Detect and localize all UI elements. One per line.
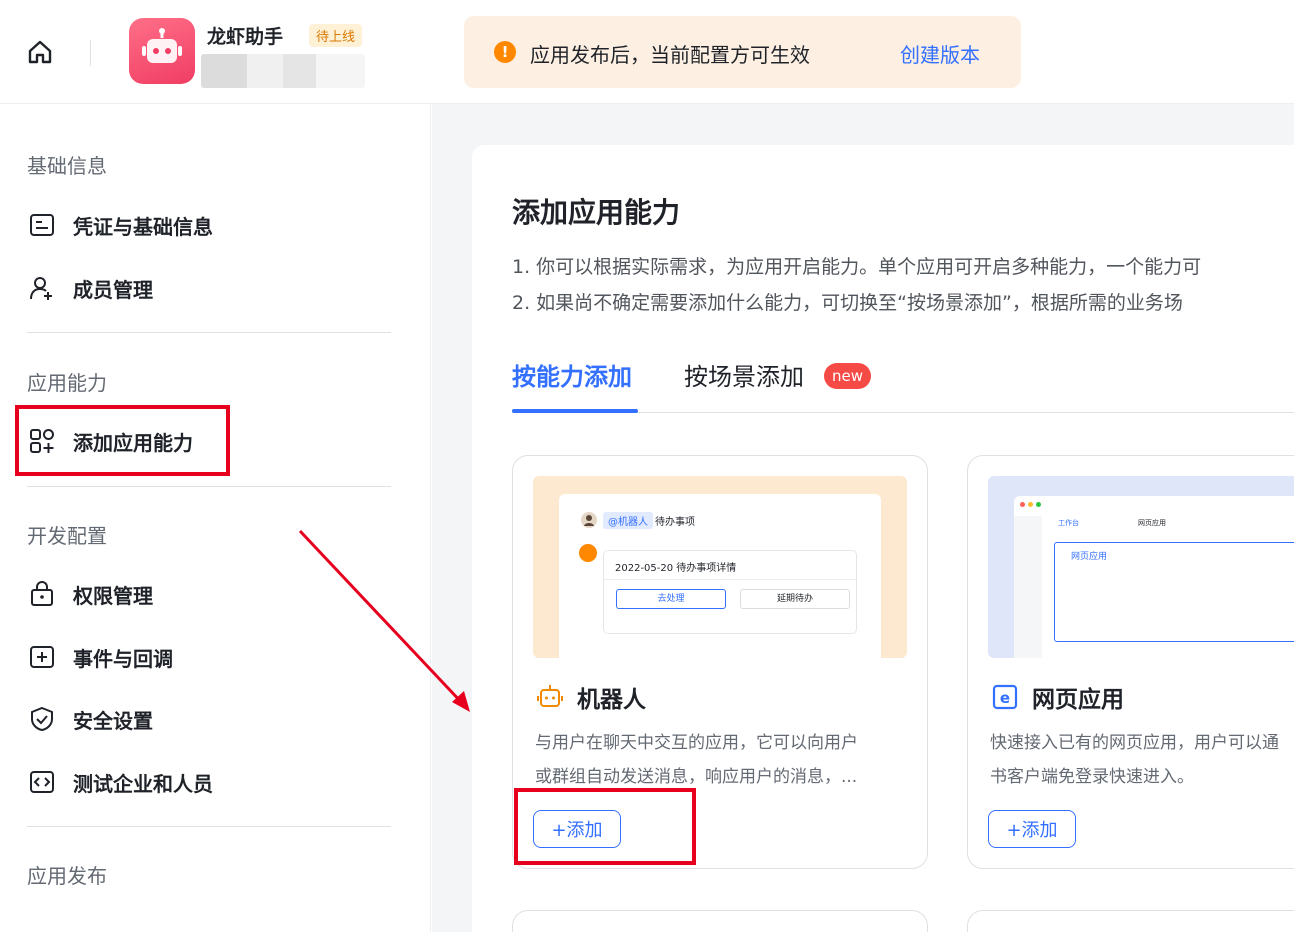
feature-desc-line-2: 书客户端免登录快速进入。 [990,767,1194,787]
svg-text:e: e [1000,689,1010,707]
new-badge: new [824,363,872,389]
header-divider [90,40,91,66]
robot-avatar-icon [142,28,182,63]
message-card: 2022-05-20 待办事项详情 去处理 延期待办 [603,550,857,634]
web-preview-sidebar [1014,516,1042,658]
description-line-2: 2. 如果尚不确定需要添加什么能力，可切换至“按场景添加”，根据所需的业务场 [512,292,1183,314]
active-tab-indicator [512,409,638,413]
web-app-icon: e [990,682,1020,712]
robot-icon [535,682,565,712]
tab-by-capability[interactable]: 按能力添加 [512,357,632,392]
description-line-1: 1. 你可以根据实际需求，为应用开启能力。单个应用可开启多种能力，一个能力可 [512,256,1202,278]
message-title: 2022-05-20 待办事项详情 [615,563,737,574]
mini-webapp-item: 网页应用 [1071,552,1108,562]
home-icon[interactable] [26,38,54,66]
divider [27,332,391,333]
feature-desc-line-1: 与用户在聊天中交互的应用，它可以向用户 [535,733,858,753]
add-member-icon [27,273,57,303]
section-title-dev-config: 开发配置 [27,524,107,548]
sidebar-item-credentials[interactable]: 凭证与基础信息 [27,205,213,245]
publish-notice-banner: ! 应用发布后，当前配置方可生效 创建版本 [464,16,1021,88]
top-header: 龙虾助手 待上线 ! 应用发布后，当前配置方可生效 创建版本 [0,0,1294,104]
mini-tab-workbench: 工作台 [1058,519,1079,527]
web-app-preview-image: 工作台 网页应用 网页应用 [988,476,1294,658]
feature-card-partial [967,910,1294,932]
sidebar-item-test-users[interactable]: 测试企业和人员 [27,762,213,802]
tab-by-scenario[interactable]: 按场景添加 [684,357,804,392]
warning-icon: ! [494,41,516,63]
redacted-app-id [201,54,365,88]
lock-icon [27,579,57,609]
sidebar-item-label: 成员管理 [73,277,153,302]
sidebar-item-label: 安全设置 [73,708,153,733]
section-title-app-capability: 应用能力 [27,371,107,395]
mention-tag: @机器人 [603,512,653,529]
section-title-app-publish: 应用发布 [27,864,107,888]
feature-desc-line-2: 或群组自动发送消息，响应用户的消息，... [535,767,858,787]
feature-card-partial [512,910,928,932]
app-avatar [129,18,195,84]
divider [27,826,391,827]
create-version-link[interactable]: 创建版本 [900,39,980,68]
feature-desc-line-1: 快速接入已有的网页应用，用户可以通 [990,733,1279,753]
feature-title-text: 网页应用 [1032,687,1124,713]
mini-handle-button: 去处理 [616,589,726,609]
highlight-box-add-button [514,788,696,865]
feature-title-text: 机器人 [577,687,646,713]
sidebar-item-permissions[interactable]: 权限管理 [27,574,153,614]
sidebar-item-label: 测试企业和人员 [73,771,213,796]
divider [27,486,391,487]
app-status-badge: 待上线 [309,24,363,47]
code-icon [27,767,57,797]
add-web-app-button[interactable]: +添加 [988,810,1076,848]
sidebar-item-members[interactable]: 成员管理 [27,268,153,308]
app-name: 龙虾助手 [207,26,284,48]
event-icon [27,642,57,672]
feature-title-web-app: e 网页应用 [990,680,1124,714]
bot-avatar-icon [579,544,597,562]
sidebar: 基础信息 凭证与基础信息 成员管理 应用能力 添加应用能力 开发配置 权限管理 … [0,104,431,932]
credentials-icon [27,210,57,240]
user-avatar-icon [581,512,597,528]
page-title: 添加应用能力 [512,196,681,229]
mini-delay-button: 延期待办 [740,589,850,609]
sidebar-item-label: 权限管理 [73,583,153,608]
notice-text: 应用发布后，当前配置方可生效 [530,43,810,67]
web-preview-window: 工作台 网页应用 网页应用 [1014,496,1294,658]
sidebar-item-label: 凭证与基础信息 [73,214,213,239]
robot-preview-panel: @机器人 待办事项 2022-05-20 待办事项详情 去处理 延期待办 [559,494,881,658]
sidebar-item-events[interactable]: 事件与回调 [27,637,173,677]
feature-card-web-app[interactable]: 工作台 网页应用 网页应用 e 网页应用 快速接入已有的网页应用，用户可以通 书… [967,455,1294,869]
shield-icon [27,704,57,734]
robot-preview-image: @机器人 待办事项 2022-05-20 待办事项详情 去处理 延期待办 [533,476,907,658]
sidebar-item-security[interactable]: 安全设置 [27,699,153,739]
highlight-box-sidebar [15,405,230,476]
web-preview-frame: 网页应用 [1054,542,1294,642]
mention-text: 待办事项 [655,517,695,528]
sidebar-item-label: 事件与回调 [73,646,173,671]
feature-title-robot: 机器人 [535,680,646,714]
section-title-basic-info: 基础信息 [27,154,107,178]
mini-tab-webapp: 网页应用 [1138,519,1166,527]
